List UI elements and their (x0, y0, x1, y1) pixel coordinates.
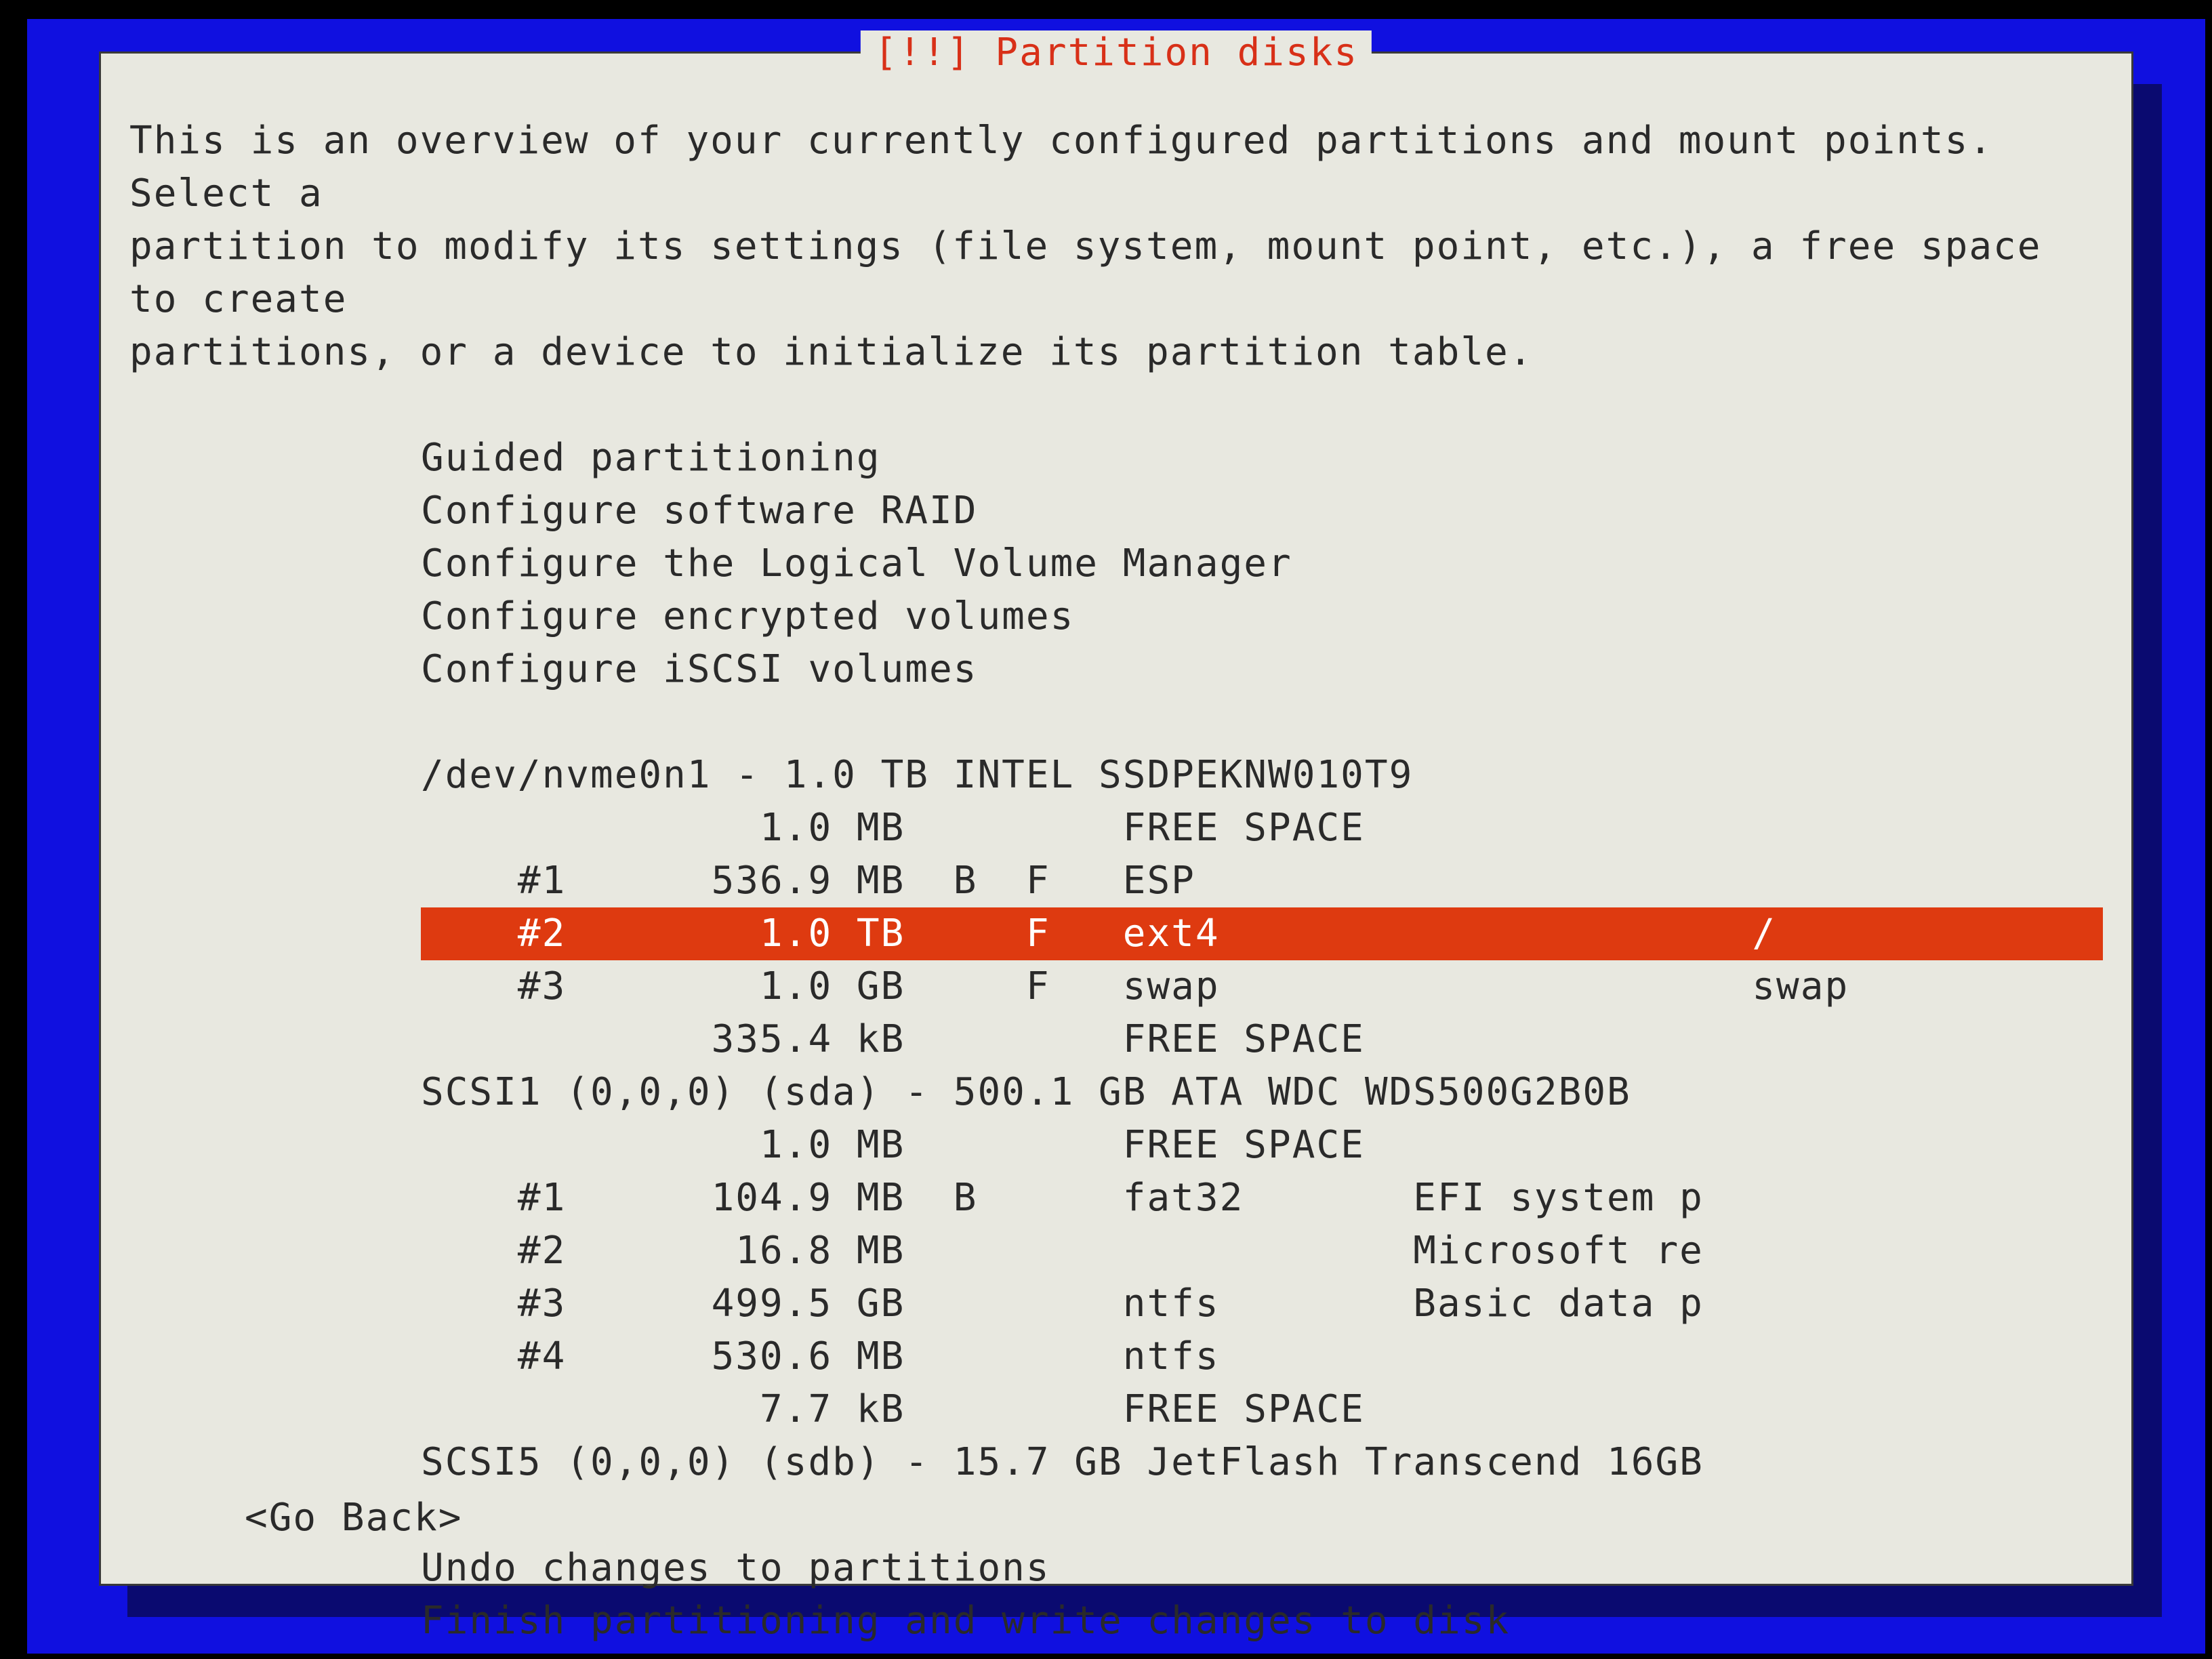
partition-row-selected[interactable]: #2 1.0 TB F ext4 / (421, 907, 2103, 960)
spacer (129, 379, 2103, 432)
partition-row[interactable]: #1 536.9 MB B F ESP (421, 855, 2103, 907)
partition-row[interactable]: 7.7 kB FREE SPACE (421, 1383, 2103, 1436)
dialog-panel: [!!] Partition disks This is an overview… (99, 52, 2133, 1586)
partition-row[interactable]: #4 530.6 MB ntfs (421, 1330, 2103, 1383)
dialog-content: This is an overview of your currently co… (129, 115, 2103, 1557)
menu-configure-lvm[interactable]: Configure the Logical Volume Manager (421, 537, 2103, 590)
disk-header[interactable]: SCSI5 (0,0,0) (sdb) - 15.7 GB JetFlash T… (421, 1436, 2103, 1489)
menu-configure-iscsi[interactable]: Configure iSCSI volumes (421, 643, 2103, 696)
config-actions-block: Guided partitioning Configure software R… (129, 432, 2103, 696)
disk-list: /dev/nvme0n1 - 1.0 TB INTEL SSDPEKNW010T… (129, 749, 2103, 1489)
menu-undo-changes[interactable]: Undo changes to partitions (421, 1542, 2103, 1595)
go-back-button[interactable]: <Go Back> (245, 1492, 462, 1544)
menu-configure-raid[interactable]: Configure software RAID (421, 485, 2103, 537)
partition-row[interactable]: #2 16.8 MB Microsoft re (421, 1225, 2103, 1277)
partition-row[interactable]: #3 499.5 GB ntfs Basic data p (421, 1277, 2103, 1330)
final-actions-block: Undo changes to partitions Finish partit… (129, 1542, 2103, 1647)
partition-row[interactable]: #1 104.9 MB B fat32 EFI system p (421, 1172, 2103, 1225)
menu-guided-partitioning[interactable]: Guided partitioning (421, 432, 2103, 485)
disk-header[interactable]: SCSI1 (0,0,0) (sda) - 500.1 GB ATA WDC W… (421, 1066, 2103, 1119)
disk-header[interactable]: /dev/nvme0n1 - 1.0 TB INTEL SSDPEKNW010T… (421, 749, 2103, 802)
partition-row[interactable]: 1.0 MB FREE SPACE (421, 802, 2103, 855)
dialog-title: [!!] Partition disks (861, 30, 1372, 75)
partition-row[interactable]: 1.0 MB FREE SPACE (421, 1119, 2103, 1172)
desktop-background: [!!] Partition disks This is an overview… (27, 19, 2205, 1654)
partition-row[interactable]: #3 1.0 GB F swap swap (421, 960, 2103, 1013)
partition-row[interactable]: 335.4 kB FREE SPACE (421, 1013, 2103, 1066)
intro-text: This is an overview of your currently co… (129, 115, 2103, 379)
menu-configure-encrypted[interactable]: Configure encrypted volumes (421, 590, 2103, 643)
menu-finish-partitioning[interactable]: Finish partitioning and write changes to… (421, 1595, 2103, 1647)
spacer (129, 696, 2103, 749)
